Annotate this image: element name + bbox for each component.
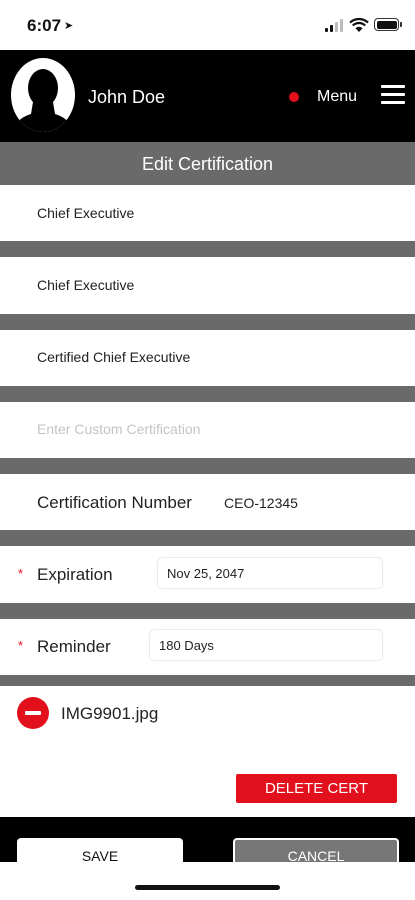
user-name: John Doe [88, 87, 166, 107]
custom-certification-placeholder: Enter Custom Certification [37, 421, 201, 437]
custom-certification-input[interactable]: Enter Custom Certification [0, 402, 415, 458]
required-asterisk: * [18, 638, 24, 653]
reminder-row: * Reminder 180 Days [0, 619, 415, 675]
title-bar: Edit Certification [0, 142, 415, 185]
cellular-signal-icon [325, 18, 345, 32]
type-select[interactable]: Chief Executive [0, 257, 415, 314]
expiration-row: * Expiration Nov 25, 2047 [0, 546, 415, 603]
certification-number-row: Certification Number CEO-12345 [0, 474, 415, 530]
certification-value: Certified Chief Executive [37, 349, 191, 365]
battery-icon [374, 18, 402, 31]
type-value: Chief Executive [37, 277, 135, 293]
certification-number-field[interactable]: CEO-12345 [224, 495, 298, 511]
required-asterisk: * [18, 566, 24, 581]
status-dot [289, 92, 299, 102]
app-header: John Doe Menu [0, 50, 415, 142]
divider [0, 603, 415, 619]
status-bar: 6:07 ➤ [0, 0, 415, 50]
category-value: Chief Executive [37, 205, 135, 221]
reminder-label: Reminder [37, 637, 111, 656]
status-time-text: 6:07 [27, 16, 62, 35]
category-select[interactable]: Chief Executive [0, 185, 415, 241]
home-indicator-area [0, 862, 415, 900]
certification-select[interactable]: Certified Chief Executive [0, 330, 415, 386]
divider [0, 530, 415, 546]
person-silhouette-icon [11, 69, 75, 132]
wifi-icon [349, 17, 369, 32]
divider [0, 386, 415, 402]
menu-label[interactable]: Menu [317, 88, 357, 106]
remove-attachment-icon[interactable] [17, 697, 49, 729]
divider [0, 314, 415, 330]
hamburger-menu-icon[interactable] [381, 85, 405, 105]
home-indicator[interactable] [135, 885, 280, 890]
divider [0, 675, 415, 686]
certification-number-label: Certification Number [37, 493, 192, 512]
page-title: Edit Certification [141, 154, 274, 174]
status-time: 6:07 ➤ [27, 16, 73, 36]
divider [0, 458, 415, 474]
avatar[interactable] [11, 58, 75, 132]
expiration-date-field[interactable]: Nov 25, 2047 [157, 557, 383, 589]
location-arrow-icon: ➤ [64, 20, 74, 32]
reminder-field[interactable]: 180 Days [149, 629, 383, 661]
attachment-file-name[interactable]: IMG9901.jpg [61, 704, 158, 724]
delete-cert-button[interactable]: DELETE CERT [236, 774, 397, 803]
expiration-label: Expiration [37, 565, 113, 584]
divider [0, 241, 415, 257]
